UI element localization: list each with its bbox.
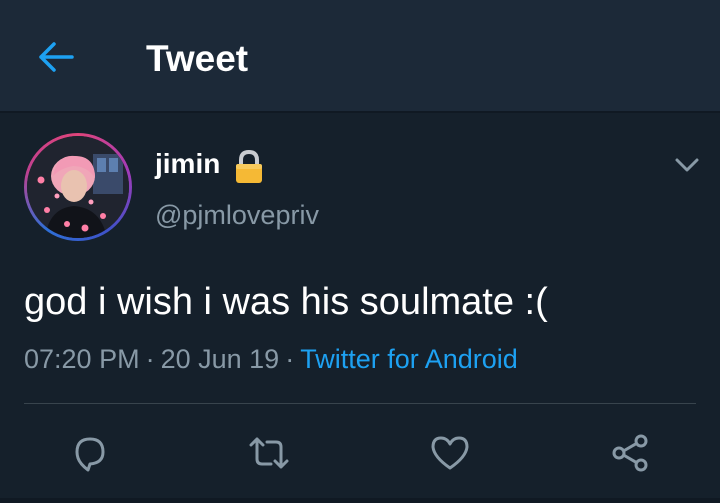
display-name[interactable]: jimin	[155, 148, 220, 180]
like-icon[interactable]	[428, 431, 472, 475]
page-title: Tweet	[146, 38, 249, 79]
tweet-meta: 07:20 PM · 20 Jun 19 · Twitter for Android	[24, 342, 518, 376]
tweet-date: 20 Jun 19	[160, 344, 280, 374]
divider	[24, 403, 696, 404]
meta-separator: ·	[285, 344, 295, 374]
back-arrow-icon[interactable]	[36, 39, 76, 75]
meta-separator: ·	[145, 344, 155, 374]
lock-icon	[232, 149, 266, 185]
tweet-time: 07:20 PM	[24, 344, 140, 374]
tweet-text: god i wish i was his soulmate :(	[24, 281, 548, 323]
user-handle[interactable]: @pjmlovepriv	[155, 199, 319, 231]
share-icon[interactable]	[608, 431, 652, 475]
bottom-divider	[0, 498, 720, 503]
retweet-icon[interactable]	[247, 431, 291, 475]
tweet-source-link[interactable]: Twitter for Android	[300, 344, 518, 374]
top-bar: Tweet	[0, 0, 720, 113]
avatar[interactable]	[24, 133, 132, 241]
chevron-down-icon[interactable]	[672, 150, 702, 180]
reply-icon[interactable]	[68, 431, 112, 475]
tweet-screen: Tweet jimin @pjmlovepriv god i wish i wa…	[0, 0, 720, 503]
